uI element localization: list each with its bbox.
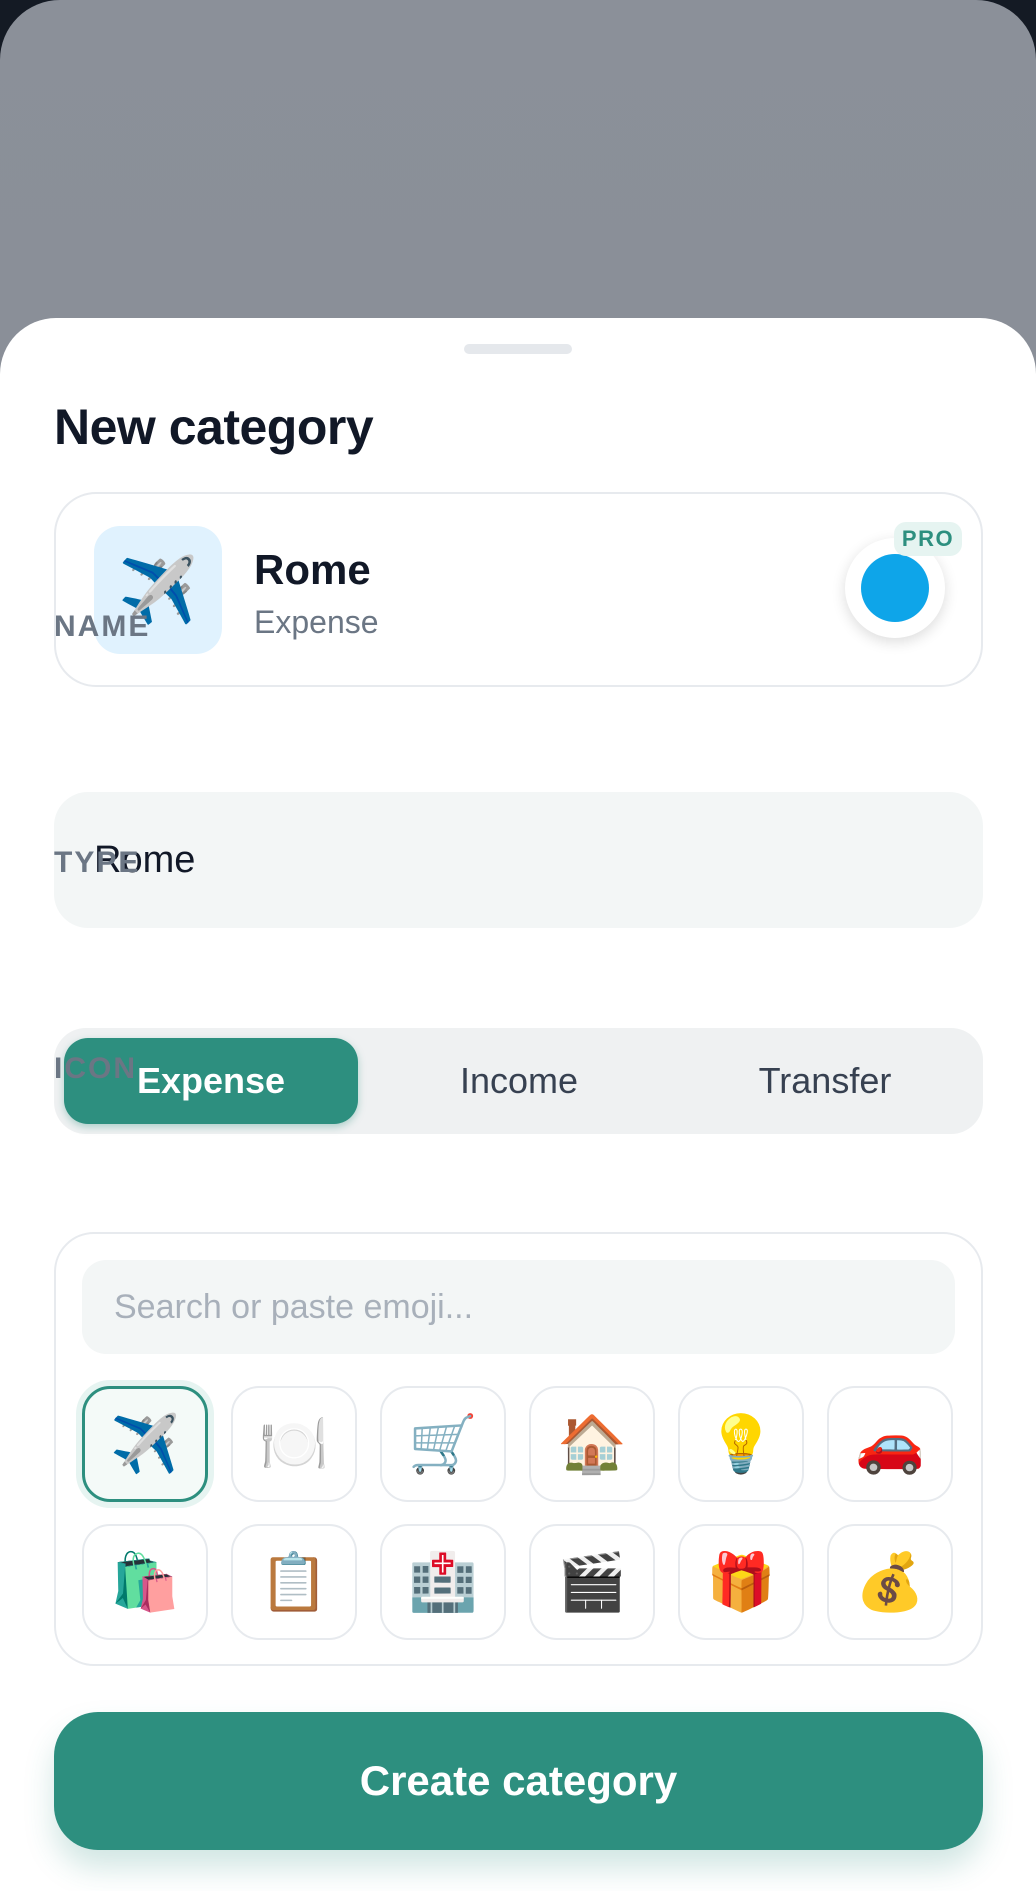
category-preview-card: ✈️ Rome Expense PRO [54, 492, 983, 687]
create-category-button[interactable]: Create category [54, 1712, 983, 1850]
emoji-shopping-bags-icon[interactable]: 🛍️ [82, 1524, 208, 1640]
emoji-clapper-icon[interactable]: 🎬 [529, 1524, 655, 1640]
emoji-car-icon[interactable]: 🚗 [827, 1386, 953, 1502]
color-swatch [861, 554, 929, 622]
emoji-money-bag-icon[interactable]: 💰 [827, 1524, 953, 1640]
sheet-title: New category [54, 399, 374, 455]
bottom-sheet: New category ✈️ Rome Expense PRO NAME TY… [0, 318, 1036, 1891]
type-option-transfer[interactable]: Transfer [678, 1038, 972, 1124]
emoji-gift-icon[interactable]: 🎁 [678, 1524, 804, 1640]
emoji-search-input[interactable] [82, 1260, 955, 1354]
app-screen: New category ✈️ Rome Expense PRO NAME TY… [0, 0, 1036, 1891]
type-segmented-control: Expense Income Transfer [54, 1028, 983, 1134]
type-section-label: TYPE [54, 846, 141, 879]
name-input[interactable] [54, 792, 983, 928]
type-option-income[interactable]: Income [372, 1038, 666, 1124]
icon-picker-panel: ✈️ 🍽️ 🛒 🏠 💡 🚗 🛍️ 📋 🏥 🎬 🎁 💰 [54, 1232, 983, 1666]
emoji-house-icon[interactable]: 🏠 [529, 1386, 655, 1502]
emoji-clipboard-icon[interactable]: 📋 [231, 1524, 357, 1640]
emoji-hospital-icon[interactable]: 🏥 [380, 1524, 506, 1640]
sheet-grabber-handle[interactable] [464, 344, 572, 354]
emoji-lightbulb-icon[interactable]: 💡 [678, 1386, 804, 1502]
preview-type: Expense [254, 604, 379, 640]
icon-section-label: ICON [54, 1052, 137, 1085]
pro-badge: PRO [894, 522, 962, 556]
emoji-plate-icon[interactable]: 🍽️ [231, 1386, 357, 1502]
emoji-airplane-icon[interactable]: ✈️ [82, 1386, 208, 1502]
name-section-label: NAME [54, 610, 151, 643]
preview-name: Rome [254, 546, 371, 593]
emoji-cart-icon[interactable]: 🛒 [380, 1386, 506, 1502]
